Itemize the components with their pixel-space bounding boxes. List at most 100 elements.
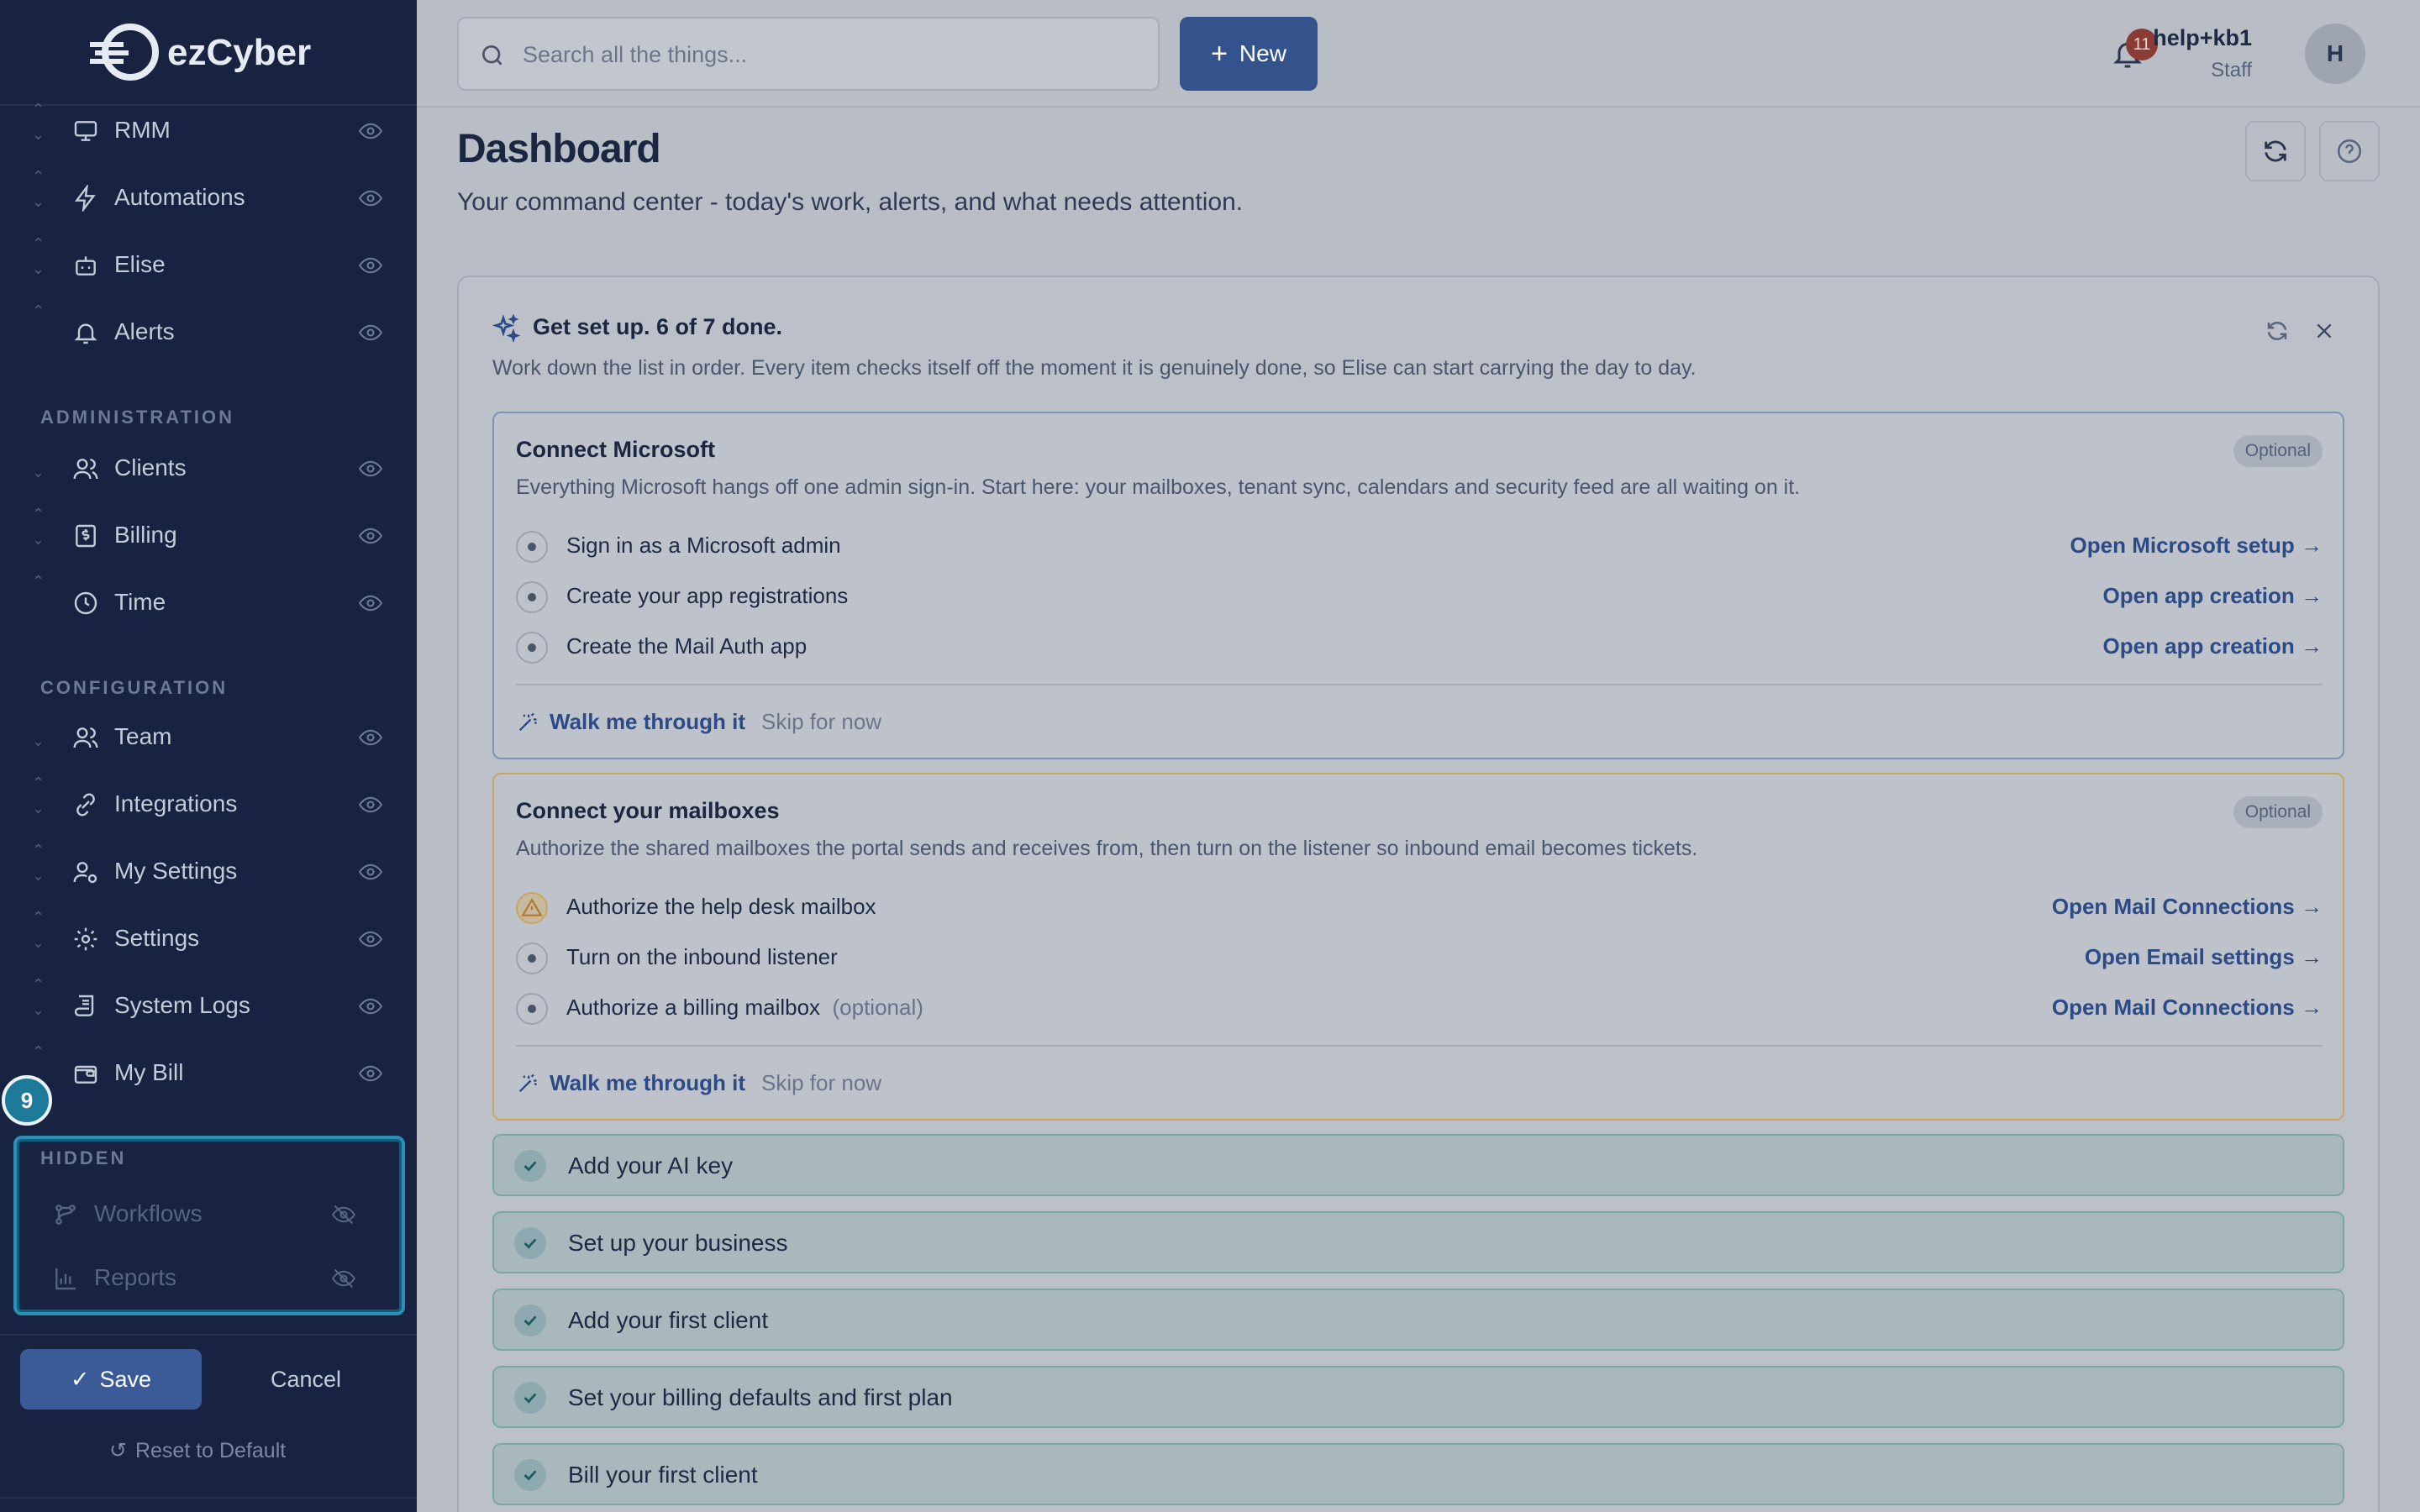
eye-icon[interactable] — [358, 186, 383, 210]
completed-task-ai-key[interactable]: Add your AI key — [492, 1134, 2344, 1196]
eye-icon[interactable] — [358, 524, 383, 548]
reorder-handle[interactable]: ⌄ — [30, 444, 49, 494]
sidebar-item-rmm[interactable]: ⌃ ⌄ RMM — [0, 101, 417, 156]
sidebar-item-my-bill[interactable]: ⌃ My Bill — [0, 1043, 417, 1099]
sidebar-item-my-settings[interactable]: ⌃ ⌄ My Settings — [0, 842, 417, 897]
walk-me-through-button[interactable]: Walk me through it — [516, 1070, 745, 1096]
users-icon — [73, 459, 98, 480]
open-microsoft-setup-link[interactable]: Open Microsoft setup → — [2070, 533, 2323, 559]
sidebar-item-workflows[interactable]: Workflows — [0, 1189, 417, 1240]
reorder-handle[interactable]: ⌃ ⌄ — [30, 774, 49, 830]
task-label: Bill your first client — [568, 1462, 758, 1488]
search-bar[interactable] — [457, 17, 1160, 91]
open-mail-connections-link[interactable]: Open Mail Connections → — [2052, 894, 2323, 920]
reset-to-default-button[interactable]: ↺ Reset to Default — [109, 1438, 286, 1463]
eye-icon[interactable] — [358, 995, 383, 1018]
sidebar-item-elise[interactable]: ⌃ ⌄ Elise — [0, 235, 417, 291]
reorder-handle[interactable]: ⌃ — [30, 302, 49, 358]
skip-for-now-button[interactable]: Skip for now — [761, 1070, 881, 1096]
pending-status-icon — [516, 942, 548, 974]
reorder-handle[interactable]: ⌃ — [30, 573, 49, 628]
open-app-creation-link[interactable]: Open app creation → — [2103, 583, 2323, 609]
top-header: + New 11 help+kb1 Staff H — [417, 0, 2420, 108]
sidebar-divider — [0, 1334, 417, 1336]
link-icon — [76, 793, 95, 816]
completed-task-first-client[interactable]: Add your first client — [492, 1289, 2344, 1351]
help-icon — [2337, 139, 2362, 164]
step-label-text: Authorize a billing mailbox — [566, 995, 821, 1020]
step-row: Authorize a billing mailbox (optional) O… — [516, 983, 2323, 1030]
search-input[interactable] — [523, 35, 1144, 74]
sidebar-item-reports[interactable]: Reports — [0, 1253, 417, 1304]
section-title-administration: ADMINISTRATION — [40, 407, 235, 428]
reorder-handle[interactable]: ⌃ ⌄ — [30, 909, 49, 964]
walk-me-through-button[interactable]: Walk me through it — [516, 709, 745, 735]
save-button[interactable]: ✓ Save — [20, 1349, 202, 1410]
sidebar-item-clients[interactable]: ⌄ Clients — [0, 444, 417, 494]
completed-task-billing-defaults[interactable]: Set your billing defaults and first plan — [492, 1366, 2344, 1428]
eye-icon[interactable] — [358, 726, 383, 749]
sidebar-item-system-logs[interactable]: ⌃ ⌄ System Logs — [0, 976, 417, 1032]
sidebar-item-settings[interactable]: ⌃ ⌄ Settings — [0, 909, 417, 964]
page-subtitle: Your command center - today's work, aler… — [457, 188, 1244, 216]
gear-icon — [74, 927, 97, 951]
eye-icon[interactable] — [358, 254, 383, 277]
sidebar-item-billing[interactable]: ⌃ ⌄ Billing — [0, 506, 417, 561]
reorder-handle[interactable]: ⌃ ⌄ — [30, 235, 49, 291]
cancel-button[interactable]: Cancel — [235, 1349, 376, 1410]
eye-icon[interactable] — [358, 927, 383, 951]
eye-icon[interactable] — [358, 321, 383, 344]
check-icon: ✓ — [70, 1366, 90, 1392]
reset-label: Reset to Default — [134, 1438, 287, 1462]
clock-icon — [74, 591, 97, 615]
completed-task-bill-client[interactable]: Bill your first client — [492, 1443, 2344, 1505]
completed-task-business[interactable]: Set up your business — [492, 1211, 2344, 1273]
eye-icon[interactable] — [358, 860, 383, 884]
reorder-handle[interactable]: ⌃ ⌄ — [30, 168, 49, 223]
eye-icon[interactable] — [358, 119, 383, 143]
sidebar-item-label: System Logs — [114, 992, 250, 1018]
refresh-button[interactable] — [2245, 121, 2306, 181]
eye-icon[interactable] — [358, 591, 383, 615]
open-email-settings-link[interactable]: Open Email settings → — [2085, 944, 2323, 970]
step-label: Sign in as a Microsoft admin — [566, 533, 841, 558]
sidebar-item-automations[interactable]: ⌃ ⌄ Automations — [0, 168, 417, 223]
check-circle-icon — [514, 1150, 546, 1182]
eye-off-icon[interactable] — [331, 1203, 356, 1226]
check-circle-icon — [514, 1382, 546, 1414]
eye-off-icon[interactable] — [331, 1267, 356, 1290]
walk-label: Walk me through it — [550, 1070, 746, 1095]
sidebar-item-team[interactable]: ⌄ Team — [0, 712, 417, 763]
wallet-icon — [74, 1065, 97, 1084]
reorder-handle[interactable]: ⌃ ⌄ — [30, 976, 49, 1032]
sidebar-item-alerts[interactable]: ⌃ Alerts — [0, 302, 417, 358]
skip-for-now-button[interactable]: Skip for now — [761, 709, 881, 735]
reorder-handle[interactable]: ⌃ ⌄ — [30, 506, 49, 561]
new-label: New — [1239, 40, 1286, 66]
eye-icon[interactable] — [358, 457, 383, 480]
open-app-creation-link[interactable]: Open app creation → — [2103, 633, 2323, 659]
refresh-checklist-button[interactable] — [2262, 316, 2292, 346]
ezcyber-logo-icon: ezCyber — [90, 24, 311, 81]
eye-icon[interactable] — [358, 793, 383, 816]
sidebar-item-integrations[interactable]: ⌃ ⌄ Integrations — [0, 774, 417, 830]
divider — [516, 1045, 2323, 1047]
open-mail-connections-link[interactable]: Open Mail Connections → — [2052, 995, 2323, 1021]
search-icon — [482, 45, 502, 66]
avatar[interactable]: H — [2305, 24, 2365, 84]
new-button[interactable]: + New — [1180, 17, 1318, 91]
sidebar-item-label: Elise — [114, 251, 166, 277]
refresh-icon — [2267, 322, 2287, 340]
step-label: Turn on the inbound listener — [566, 944, 838, 969]
eye-icon[interactable] — [358, 1062, 383, 1085]
reorder-handle[interactable]: ⌄ — [30, 712, 49, 763]
reorder-handle[interactable]: ⌃ ⌄ — [30, 842, 49, 897]
user-cog-icon — [73, 862, 97, 884]
sidebar-item-time[interactable]: ⌃ Time — [0, 573, 417, 628]
workflow-icon — [55, 1205, 76, 1225]
reorder-handle[interactable]: ⌃ ⌄ — [30, 101, 49, 156]
bell-icon — [74, 323, 97, 344]
help-button[interactable] — [2319, 121, 2380, 181]
logo[interactable]: ezCyber — [0, 0, 417, 106]
close-checklist-button[interactable] — [2309, 316, 2339, 346]
